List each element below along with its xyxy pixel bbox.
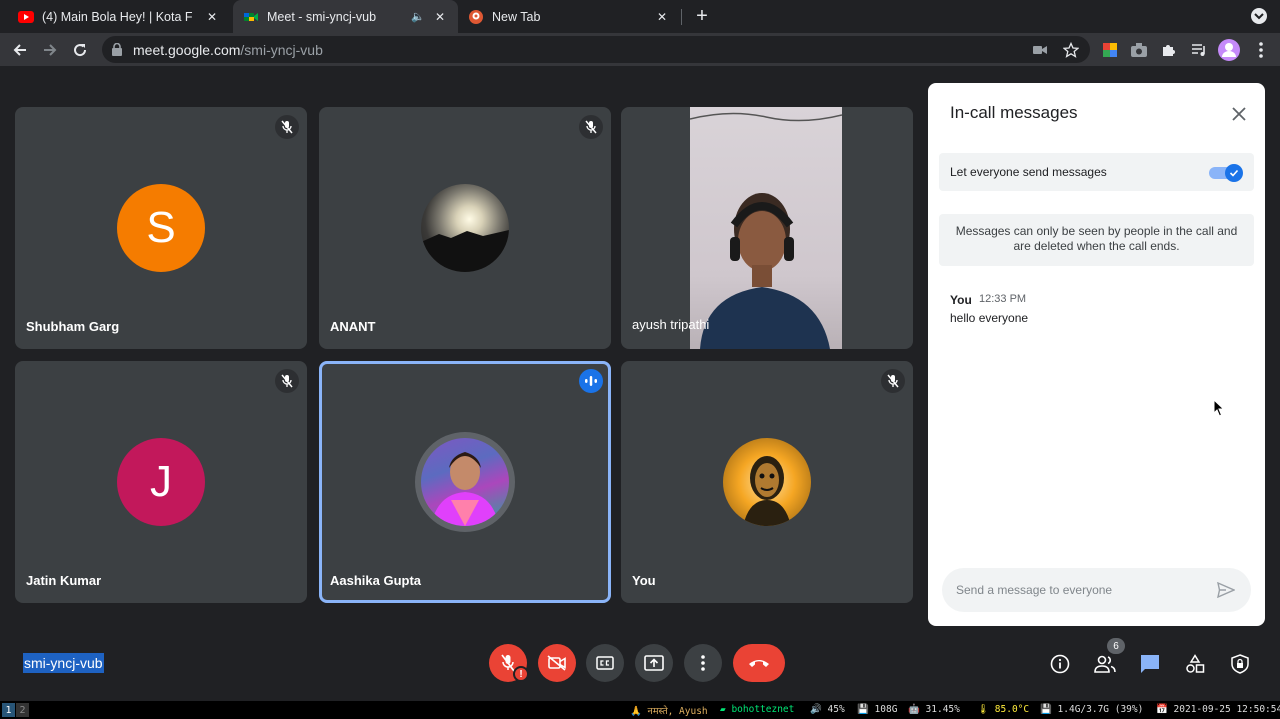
avatar: J (117, 438, 205, 526)
host-controls-shield-icon[interactable] (1227, 651, 1253, 677)
camera-in-use-icon[interactable] (1030, 40, 1050, 60)
new-tab-button[interactable]: + (690, 4, 714, 28)
message-timestamp: 12:33 PM (979, 293, 1027, 305)
microphone-off-button[interactable]: ! (489, 644, 529, 682)
send-icon[interactable] (1215, 579, 1237, 601)
message-text: hello everyone (950, 311, 1029, 325)
participant-name: You (632, 573, 656, 588)
temperature-status: 🌡 85.0°C (977, 704, 1030, 715)
muted-mic-icon (275, 369, 299, 393)
present-screen-button[interactable] (635, 644, 673, 682)
participant-name: Jatin Kumar (26, 573, 102, 588)
address-bar[interactable]: meet.google.com/smi-yncj-vub (102, 36, 1090, 63)
tab-separator (681, 9, 682, 25)
profile-photo-avatar (415, 432, 515, 532)
participant-name: ayush tripathi (632, 317, 710, 332)
participant-tile[interactable]: You (621, 361, 913, 603)
participant-tile[interactable]: ANANT (319, 107, 611, 349)
in-call-messages-panel: In-call messages Let everyone send messa… (928, 83, 1265, 626)
captions-button[interactable] (586, 644, 624, 682)
profile-avatar-icon[interactable] (1217, 38, 1241, 62)
message-permission-row: Let everyone send messages (939, 153, 1254, 191)
memory-status: 💾 1.4G/3.7G (39%) (1040, 704, 1144, 715)
bookmark-star-icon[interactable] (1061, 40, 1081, 60)
lock-icon[interactable] (112, 42, 122, 61)
sunset-photo-avatar (421, 184, 509, 272)
tab-title: Meet - smi-yncj-vub (267, 9, 377, 24)
speaking-indicator-icon (579, 369, 603, 393)
avatar: S (117, 184, 205, 272)
illustration-photo-avatar (723, 438, 811, 526)
avatar-initial: J (150, 457, 172, 506)
check-icon (1225, 164, 1243, 182)
activities-icon[interactable] (1182, 651, 1208, 677)
mouse-cursor-icon (1213, 398, 1225, 422)
participant-name: Aashika Gupta (330, 573, 422, 588)
tab-youtube[interactable]: (4) Main Bola Hey! | Kota F ✕ (8, 0, 230, 33)
close-tab-icon[interactable]: ✕ (432, 9, 448, 25)
meeting-code[interactable]: smi-yncj-vub (23, 653, 104, 673)
chat-icon[interactable] (1137, 651, 1163, 677)
participant-tile-speaking[interactable]: Aashika Gupta (319, 361, 611, 603)
participant-tile[interactable]: ayush tripathi (621, 107, 913, 349)
avatar-initial: S (146, 203, 176, 252)
cpu-status: 🤖 31.45% (908, 704, 960, 715)
browser-toolbar: meet.google.com/smi-yncj-vub (0, 33, 1280, 66)
tab-title: (4) Main Bola Hey! | Kota F (42, 9, 193, 24)
leave-call-button[interactable] (733, 644, 785, 682)
youtube-icon (18, 9, 34, 25)
volume-status: 🔊 45% (810, 704, 845, 715)
close-tab-icon[interactable]: ✕ (654, 9, 670, 25)
people-icon[interactable] (1092, 651, 1118, 677)
reload-icon[interactable] (68, 38, 92, 62)
disk-status: 💾 108G (857, 704, 898, 715)
allow-messages-toggle[interactable] (1209, 164, 1243, 182)
panel-title: In-call messages (950, 103, 1078, 122)
tab-title: New Tab (492, 9, 541, 24)
url-text[interactable]: meet.google.com/smi-yncj-vub (133, 42, 323, 58)
tab-new-tab[interactable]: New Tab ✕ (458, 0, 680, 33)
message-input[interactable] (942, 568, 1251, 612)
mic-alert-badge: ! (513, 666, 529, 682)
screenshot-extension-icon[interactable] (1127, 38, 1151, 62)
close-tab-icon[interactable]: ✕ (204, 9, 220, 25)
datetime-status: 📅 2021-09-25 12:50:54 (1156, 704, 1280, 715)
more-options-button[interactable] (684, 644, 722, 682)
workspace-2[interactable]: 2 (16, 703, 29, 717)
extensions-puzzle-icon[interactable] (1156, 38, 1180, 62)
camera-feed-video (690, 107, 842, 349)
camera-off-button[interactable] (538, 644, 576, 682)
back-icon[interactable] (8, 38, 32, 62)
workspace-1[interactable]: 1 (2, 703, 15, 717)
permission-label: Let everyone send messages (950, 165, 1107, 179)
meet-icon (243, 9, 259, 25)
participant-name: Shubham Garg (26, 319, 120, 334)
participant-name: ANANT (330, 319, 376, 334)
muted-mic-icon (275, 115, 299, 139)
tab-meet[interactable]: Meet - smi-yncj-vub 🔈 ✕ (233, 0, 458, 33)
tab-audio-icon[interactable]: 🔈 (408, 9, 428, 25)
participant-tile[interactable]: J Jatin Kumar (15, 361, 307, 603)
extension-grammar-icon[interactable] (1098, 38, 1122, 62)
close-icon[interactable] (1228, 103, 1250, 125)
greeting-text: 🙏 नमस्ते, Ayush (630, 706, 708, 717)
privacy-notice: Messages can only be seen by people in t… (939, 214, 1254, 266)
muted-mic-icon (881, 369, 905, 393)
message-sender: You (950, 293, 972, 307)
muted-mic-icon (579, 115, 603, 139)
participant-tile[interactable]: S Shubham Garg (15, 107, 307, 349)
tab-search-icon[interactable] (1250, 7, 1268, 25)
wifi-status: ▰ bohotteznet (720, 704, 795, 715)
participant-count-badge: 6 (1107, 638, 1125, 654)
browser-tab-strip: (4) Main Bola Hey! | Kota F ✕ Meet - smi… (0, 0, 1280, 33)
wifi-icon: ▰ (720, 704, 732, 715)
meeting-details-info-icon[interactable] (1047, 651, 1073, 677)
media-queue-icon[interactable] (1187, 38, 1211, 62)
system-status-bar: 1 2 🙏 नमस्ते, Ayush ▰ bohotteznet 🔊 45% … (0, 701, 1280, 719)
browser-menu-icon[interactable] (1249, 38, 1273, 62)
forward-icon[interactable] (38, 38, 62, 62)
duckduckgo-icon (468, 9, 484, 25)
